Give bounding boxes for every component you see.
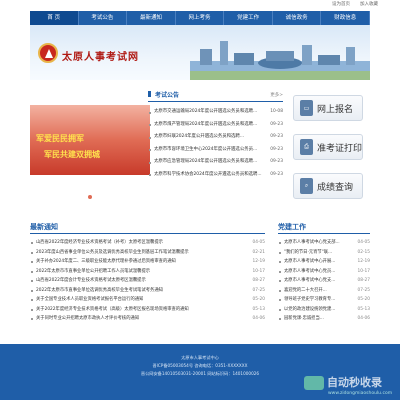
top-strip: 设为首页 加入收藏 <box>0 0 400 10</box>
exam-notices-more-link[interactable]: 更多> <box>270 92 283 98</box>
online-registration-button[interactable]: ▭ 网上报名 <box>293 95 363 121</box>
list-item[interactable]: 关于同时专业公开招聘太原市政执人才评价考核的通知 04-06 <box>30 314 265 324</box>
exam-notices-title: 考试公告 <box>148 90 179 99</box>
nav-finance[interactable]: 财政信息 <box>321 11 371 25</box>
nav-exam-notices[interactable]: 考试公告 <box>79 11 128 25</box>
list-item[interactable]: 园新党课·忠诚担当... 04-06 <box>278 314 370 324</box>
latest-notices-header: 最新通知 <box>30 220 265 234</box>
nav-integrity[interactable]: 诚信政务 <box>273 11 322 25</box>
main-nav: 首 页 考试公告 最新通知 网上考务 党建工作 诚信政务 财政信息 <box>30 11 371 25</box>
site-logo <box>38 43 58 63</box>
watermark-logo-icon <box>304 376 324 390</box>
top-links: 设为首页 加入收藏 <box>332 1 378 7</box>
slide-caption-2: 军民共建双拥城 <box>44 150 100 159</box>
party-work-panel: 党建工作 太原市人事考试中心党支部... 04-05 "我们的节日·元宵节"联..… <box>278 220 370 324</box>
city-skyline-image <box>190 41 370 80</box>
latest-notices-panel: 最新通知 山西省2022年度经济专业技术资格考试（补考）太原考区温馨提示 04-0… <box>30 220 265 324</box>
list-item[interactable]: 山西省2022年度会计专业技术资格考试太原考区温馨提示 08-27 <box>30 276 265 286</box>
list-item[interactable]: 太原市人事考试中心党员... 10-17 <box>278 267 370 277</box>
list-item[interactable]: 2022年太原市市直事业单位公开招聘工作人员笔试温馨提示 10-17 <box>30 267 265 277</box>
party-work-list: 太原市人事考试中心党支部... 04-05 "我们的节日·元宵节"联... 02-1… <box>278 238 370 324</box>
nav-home[interactable]: 首 页 <box>30 11 79 25</box>
nav-party-work[interactable]: 党建工作 <box>224 11 273 25</box>
list-item[interactable]: 2023年度山西省事业单位公务员及选调优秀高校毕业生到基层工作笔试温馨提示 02-… <box>30 248 265 258</box>
latest-notices-title: 最新通知 <box>30 222 58 231</box>
list-item[interactable]: 太原市交通运输局2024年度公开遴选公务员和选聘... 10-08 <box>148 106 283 119</box>
slide-footer <box>30 175 150 205</box>
nav-latest-news[interactable]: 最新通知 <box>127 11 176 25</box>
site-footer: 太原市人事考试中心 晋ICP备05003054号 咨询电话：0351-XXXXX… <box>0 344 400 400</box>
list-item[interactable]: 关于全国专业技术人员职业资格考试报名平台运行的通知 05-20 <box>30 295 265 305</box>
printer-icon: ⎙ <box>300 139 313 155</box>
list-item[interactable]: 以党的政治建设统领党建... 05-13 <box>278 305 370 315</box>
list-item[interactable]: "我们的节日·元宵节"联... 02-15 <box>278 248 370 258</box>
list-item[interactable]: 喜迎党的二十大召开... 07-25 <box>278 286 370 296</box>
quick-links: ▭ 网上报名 ⎙ 准考证打印 ⌕ 成绩查询 <box>293 95 363 212</box>
nav-online-exam[interactable]: 网上考务 <box>176 11 225 25</box>
photo-slideshow[interactable]: 军爱民民拥军 军民共建双拥城 <box>30 105 150 205</box>
watermark: 自动秒收录 www.zidongmiaoshoulu.com <box>304 376 392 396</box>
exam-notices-header: 考试公告 更多> <box>148 88 283 102</box>
slide-indicator-dot[interactable] <box>88 195 92 199</box>
list-item[interactable]: 太原市市容环境卫生中心2024年度公开遴选公务员... 09-23 <box>148 144 283 157</box>
watermark-url: www.zidongmiaoshoulu.com <box>328 391 393 396</box>
footer-line-1: 太原市人事考试中心 <box>181 355 219 360</box>
add-favorite-link[interactable]: 加入收藏 <box>360 1 378 7</box>
footer-line-2: 晋ICP备05003054号 咨询电话：0351-XXXXXXX <box>152 363 248 368</box>
latest-notices-list: 山西省2022年度经济专业技术资格考试（补考）太原考区温馨提示 04-05 202… <box>30 238 265 324</box>
list-item[interactable]: 太原市煤产管理局2024年度公开遴选公务员和选聘... 09-23 <box>148 119 283 132</box>
list-item[interactable]: 关于补办2024年度二、三级职业技能太原代理补参通过后资格审查的通知 12-19 <box>30 257 265 267</box>
list-item[interactable]: 太原市人事考试中心开展... 12-19 <box>278 257 370 267</box>
score-query-button[interactable]: ⌕ 成绩查询 <box>293 173 363 199</box>
exam-notices-panel: 考试公告 更多> 太原市交通运输局2024年度公开遴选公务员和选聘... 10-0… <box>148 88 283 208</box>
list-item[interactable]: 领导班子党史学习教育专... 05-20 <box>278 295 370 305</box>
list-item[interactable]: 太原市科学技术协会2024年度公开遴选公务员和选聘... 09-23 <box>148 169 283 182</box>
computer-icon: ▭ <box>300 100 313 116</box>
list-item[interactable]: 太原市应急管理局2024年度公开遴选公务员和选聘... 09-23 <box>148 156 283 169</box>
header-banner: 太原人事考试网 <box>30 25 370 80</box>
list-item[interactable]: 太原市妇联2024年度公开遴选公务员和选聘... 09-23 <box>148 131 283 144</box>
set-homepage-link[interactable]: 设为首页 <box>332 1 350 7</box>
watermark-text: 自动秒收录 <box>327 376 382 389</box>
search-icon: ⌕ <box>300 178 313 194</box>
admission-ticket-print-button[interactable]: ⎙ 准考证打印 <box>293 134 363 160</box>
site-title: 太原人事考试网 <box>62 52 139 63</box>
list-item[interactable]: 太原市人事考试中心党支部... 04-05 <box>278 238 370 248</box>
party-work-header: 党建工作 <box>278 220 370 234</box>
exam-notices-list: 太原市交通运输局2024年度公开遴选公务员和选聘... 10-08 太原市煤产管理… <box>148 106 283 182</box>
list-item[interactable]: 山西省2022年度经济专业技术资格考试（补考）太原考区温馨提示 04-05 <box>30 238 265 248</box>
party-work-title: 党建工作 <box>278 222 306 231</box>
list-item[interactable]: 关于2022年度经济专业技术资格考试（高级）太原考区报名现场资格审查的通知 05-… <box>30 305 265 315</box>
slide-caption-1: 军爱民民拥军 <box>36 134 84 143</box>
list-item[interactable]: 太原市人事考试中心党支... 08-27 <box>278 276 370 286</box>
list-item[interactable]: 2022年太原市市直事业单位选调优秀高校毕业生考试笔试考务通知 07-25 <box>30 286 265 296</box>
